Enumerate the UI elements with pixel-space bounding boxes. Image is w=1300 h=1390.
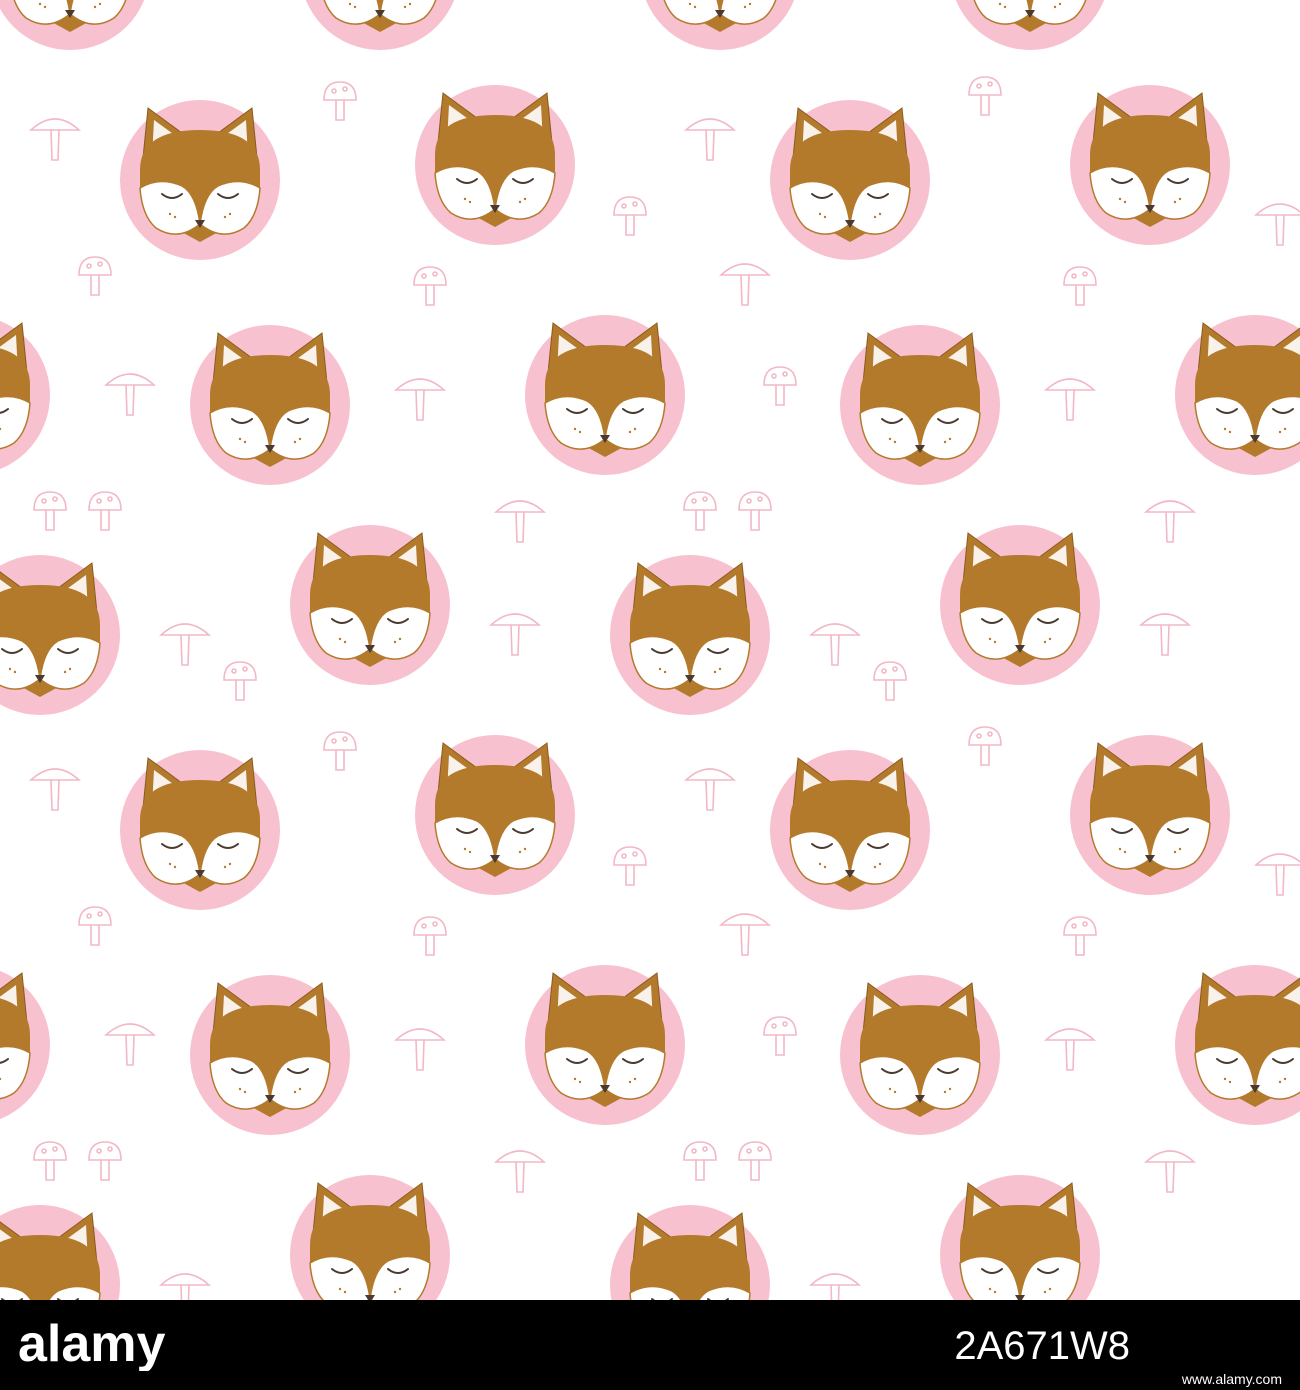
fox-mushroom-pattern — [0, 0, 1300, 1300]
pattern-illustration — [0, 0, 1300, 1300]
fox-face-layer — [0, 0, 1300, 1300]
watermark-bar: alamy 2A671W8 www.alamy.com — [0, 1300, 1300, 1390]
image-id: 2A671W8 — [954, 1324, 1130, 1368]
site-url: www.alamy.com — [1181, 1371, 1282, 1387]
